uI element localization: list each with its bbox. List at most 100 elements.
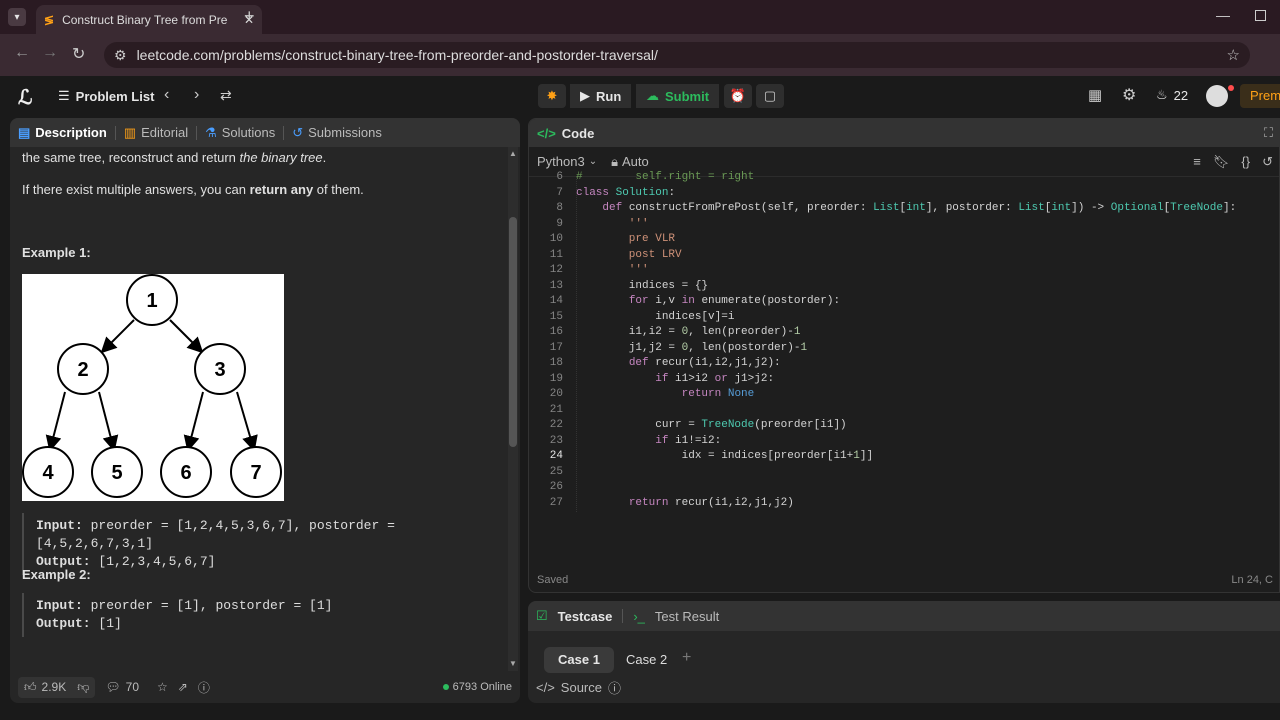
case-2-tab[interactable]: Case 2 bbox=[612, 647, 681, 673]
favicon-icon: ≶ bbox=[44, 12, 55, 27]
new-tab-icon[interactable]: + bbox=[244, 6, 255, 27]
tab-submissions[interactable]: ↺ Submissions bbox=[292, 125, 382, 141]
tab-divider bbox=[622, 609, 624, 623]
share-icon[interactable]: ⇗ bbox=[178, 680, 188, 694]
debug-icon[interactable]: ✸ bbox=[538, 84, 566, 108]
notification-dot bbox=[1228, 85, 1234, 91]
star-icon[interactable]: ☆ bbox=[157, 680, 168, 694]
problem-list-label: Problem List bbox=[75, 88, 155, 104]
minimize-icon[interactable]: — bbox=[1216, 7, 1230, 23]
line-number: 9 bbox=[556, 217, 563, 230]
cursor-position: Ln 24, C bbox=[1231, 574, 1273, 586]
description-scrollbar[interactable]: ▲ ▼ bbox=[508, 147, 518, 671]
submit-label: Submit bbox=[665, 88, 710, 104]
line-number: 16 bbox=[549, 326, 563, 338]
settings-gear-icon[interactable]: ⚙ bbox=[1122, 85, 1136, 105]
scroll-up-icon[interactable]: ▲ bbox=[509, 149, 517, 158]
layout-grid-icon[interactable]: ▦ bbox=[1088, 86, 1102, 104]
shuffle-icon[interactable]: ⇄ bbox=[220, 87, 232, 104]
code-line: indices[v]=i bbox=[576, 310, 735, 323]
forward-icon[interactable]: → bbox=[42, 44, 58, 62]
format-icon[interactable]: ≡ bbox=[1193, 154, 1201, 170]
expand-icon[interactable]: ⛶ bbox=[1264, 125, 1273, 141]
checkbox-icon: ☑ bbox=[536, 608, 548, 623]
binary-tree-diagram: 1 2 3 4 5 6 7 bbox=[22, 274, 282, 498]
problem-description: the same tree, reconstruct and return th… bbox=[22, 147, 506, 671]
edge-3-6 bbox=[183, 391, 204, 452]
edge-3-7 bbox=[236, 391, 258, 452]
example-1-tree-image: 1 2 3 4 5 6 7 bbox=[22, 274, 284, 501]
chevron-down-icon: ⌄ bbox=[588, 156, 598, 167]
run-button[interactable]: ▶ Run bbox=[570, 84, 632, 108]
language-label: Python3 bbox=[537, 154, 585, 169]
list-icon: ☰ bbox=[58, 88, 70, 103]
edge-2-5 bbox=[98, 391, 119, 452]
tab-test-result[interactable]: Test Result bbox=[655, 609, 719, 624]
premium-button[interactable]: Prem bbox=[1240, 84, 1280, 108]
code-line: i1,i2 = 0, len(preorder)-1 bbox=[576, 326, 801, 338]
tab-testcase[interactable]: Testcase bbox=[558, 609, 613, 624]
line-number: 23 bbox=[549, 434, 563, 447]
example-1-io: Input: preorder = [1,2,4,5,3,6,7], posto… bbox=[22, 513, 506, 575]
left-tabs: ▤ Description ▥ Editorial ⚗ Solutions ↺ Subm… bbox=[10, 118, 520, 147]
line-number: 7 bbox=[556, 186, 563, 199]
line-number: 10 bbox=[549, 233, 563, 245]
address-bar[interactable]: ⚙ leetcode.com/problems/construct-binary… bbox=[104, 42, 1250, 68]
example-1-output: [1,2,3,4,5,6,7] bbox=[98, 554, 216, 569]
leetcode-logo-icon[interactable]: ℒ bbox=[18, 85, 32, 110]
bookmark-icon[interactable]: 🔖︎ bbox=[1213, 154, 1230, 170]
source-button[interactable]: </> Source ⓘ bbox=[536, 678, 621, 697]
code-line: if i1>i2 or j1>j2: bbox=[655, 372, 775, 385]
case-1-tab[interactable]: Case 1 bbox=[544, 647, 614, 673]
testcase-panel: ☑ Testcase ›_ Test Result Case 1 Case 2 … bbox=[528, 601, 1280, 703]
submit-button[interactable]: ☁ Submit bbox=[636, 84, 720, 108]
thumbs-down-icon[interactable]: 👎︎ bbox=[77, 680, 89, 695]
like-button[interactable]: 👍︎ 2.9K 👎︎ bbox=[18, 676, 96, 698]
code-line: if i1!=i2: bbox=[655, 434, 722, 447]
reload-icon[interactable]: ↻ bbox=[72, 44, 85, 64]
book-icon: ▥ bbox=[123, 124, 137, 140]
streak-counter[interactable]: ♨ 22 bbox=[1156, 87, 1188, 103]
browser-tab[interactable]: ≶ Construct Binary Tree from Pre ✕ bbox=[36, 5, 262, 34]
braces-icon[interactable]: {} bbox=[1241, 154, 1250, 170]
description-line-2: If there exist multiple answers, you can… bbox=[22, 182, 364, 197]
language-select[interactable]: Python3 ⌄ bbox=[537, 154, 597, 169]
bookmark-star-icon[interactable]: ☆ bbox=[1227, 46, 1240, 64]
alarm-icon[interactable]: ⏰ bbox=[724, 84, 752, 108]
line-number: 25 bbox=[549, 465, 563, 478]
terminal-icon: ›_ bbox=[633, 608, 645, 624]
tab-editorial[interactable]: ▥ Editorial bbox=[124, 125, 188, 141]
prev-problem-icon[interactable]: ‹ bbox=[164, 86, 169, 104]
line-number: 26 bbox=[549, 481, 563, 493]
line-number: 6 bbox=[556, 171, 563, 183]
thumbs-up-icon: 👍︎ bbox=[24, 679, 37, 694]
note-icon[interactable]: ▢ bbox=[756, 84, 784, 108]
comments-button[interactable]: 💬︎ 70 bbox=[105, 680, 139, 694]
help-icon[interactable]: ⓘ bbox=[198, 679, 210, 696]
code-line: class Solution: bbox=[576, 186, 676, 199]
tree-node-1-label: 1 bbox=[146, 290, 157, 312]
line-number: 27 bbox=[549, 496, 563, 509]
maximize-icon[interactable] bbox=[1255, 10, 1266, 21]
browser-tabbar: ▾ ≶ Construct Binary Tree from Pre ✕ + — bbox=[0, 0, 1280, 34]
lock-icon: 🔒︎ bbox=[611, 153, 619, 169]
description-footer: 👍︎ 2.9K 👎︎ 💬︎ 70 ☆ ⇗ ⓘ 6793 Online bbox=[10, 671, 520, 703]
avatar[interactable] bbox=[1206, 85, 1228, 107]
scroll-thumb[interactable] bbox=[509, 217, 517, 447]
next-problem-icon[interactable]: › bbox=[194, 86, 199, 104]
add-case-icon[interactable]: + bbox=[682, 649, 691, 667]
scroll-down-icon[interactable]: ▼ bbox=[509, 659, 517, 668]
site-info-icon[interactable]: ⚙ bbox=[114, 47, 127, 64]
code-line: ''' bbox=[576, 264, 649, 276]
example-2-input: preorder = [1], postorder = [1] bbox=[90, 598, 333, 613]
back-icon[interactable]: ← bbox=[14, 44, 30, 62]
tab-solutions[interactable]: ⚗ Solutions bbox=[205, 125, 275, 141]
code-editor[interactable]: 6 # self.right = right 7 class Solution: 8 d… bbox=[529, 171, 1279, 567]
reset-icon[interactable]: ↺ bbox=[1262, 154, 1273, 170]
line-number: 12 bbox=[549, 264, 563, 276]
problem-list-button[interactable]: ☰ Problem List bbox=[58, 88, 154, 104]
input-label: Input: bbox=[36, 518, 83, 533]
auto-mode[interactable]: 🔒︎ Auto bbox=[611, 154, 649, 170]
tab-list-icon[interactable]: ▾ bbox=[8, 8, 26, 26]
tab-description[interactable]: ▤ Description bbox=[18, 125, 107, 141]
